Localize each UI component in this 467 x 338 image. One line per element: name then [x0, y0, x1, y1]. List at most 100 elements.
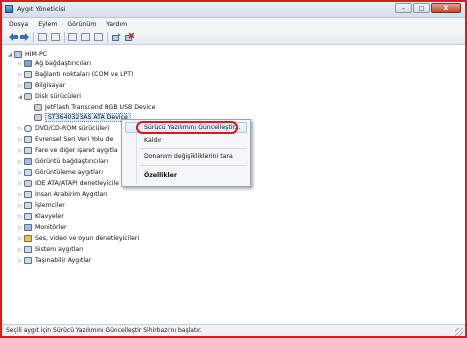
- disk-drive-icon: [34, 104, 42, 111]
- tree-item[interactable]: ▷ Ses, video ve oyun denetleyicileri: [17, 234, 139, 243]
- tree-item-label: IDE ATA/ATAPI denetleyicile: [35, 180, 120, 187]
- tree-item[interactable]: ▷ Bilgisayar: [17, 81, 65, 90]
- expand-arrow-icon[interactable]: ▷: [17, 235, 23, 243]
- expand-arrow-icon[interactable]: ▷: [17, 125, 23, 133]
- menu-view[interactable]: Görünüm: [62, 21, 101, 28]
- tree-item-label: İnsan Arabirim Aygıtları: [35, 191, 108, 198]
- tree-item-label: Görüntüleme aygıtları: [35, 169, 103, 176]
- close-button[interactable]: X: [431, 3, 461, 13]
- expand-arrow-icon[interactable]: ▷: [17, 257, 23, 265]
- tree-root-label: HIM-PC: [25, 51, 48, 58]
- expand-arrow-icon[interactable]: ▷: [17, 180, 23, 188]
- tree-item[interactable]: ▷ İşlemciler: [17, 201, 65, 210]
- computer-icon: [14, 51, 22, 58]
- expand-arrow-icon[interactable]: ▷: [17, 136, 23, 144]
- tree-item[interactable]: ▷ Monitörler: [17, 223, 67, 232]
- tree-item[interactable]: ▷ Bağlantı noktaları (COM ve LPT): [17, 70, 133, 79]
- speaker-icon: [24, 235, 32, 242]
- expand-arrow-icon[interactable]: ▷: [17, 191, 23, 199]
- status-text: Seçili aygıt için Sürücü Yazılımını Günc…: [6, 327, 202, 334]
- expand-arrow-icon[interactable]: ▷: [17, 158, 23, 166]
- hid-icon: [24, 191, 32, 198]
- show-hide-tree-icon[interactable]: [38, 33, 47, 41]
- mouse-icon: [24, 147, 32, 154]
- tree-item[interactable]: ▷ Sistem aygıtları: [17, 245, 83, 254]
- computer-icon: [24, 82, 32, 89]
- toolbar-separator: [64, 32, 65, 42]
- expand-arrow-icon[interactable]: ▷: [17, 169, 23, 177]
- expand-arrow-icon[interactable]: ▷: [17, 224, 23, 232]
- help-icon[interactable]: [68, 33, 77, 41]
- tree-item-label: Evrensel Seri Veri Yolu de: [35, 136, 114, 143]
- window-controls: – □ X: [394, 3, 461, 14]
- processor-icon: [24, 202, 32, 209]
- tree-item-label: Bilgisayar: [35, 82, 66, 89]
- tree-child-item-selected[interactable]: ST3640323AS ATA Device: [33, 113, 131, 122]
- tree-item[interactable]: ◢ Disk sürücüleri: [17, 92, 81, 101]
- tree-item-label: Disk sürücüleri: [35, 93, 81, 100]
- menu-help[interactable]: Yardım: [101, 21, 132, 28]
- tree-item[interactable]: ▷ Görüntüleme aygıtları: [17, 168, 103, 177]
- tree-item[interactable]: ▷ Görüntü bağdaştırıcıları: [17, 157, 108, 166]
- tree-item-label: Monitörler: [35, 224, 67, 231]
- keyboard-icon: [24, 213, 32, 220]
- tree-item-label: Bağlantı noktaları (COM ve LPT): [35, 71, 134, 78]
- menu-separator: [140, 148, 246, 149]
- forward-arrow-icon[interactable]: [20, 33, 29, 41]
- network-adapter-icon: [24, 60, 32, 67]
- menu-file[interactable]: Dosya: [2, 21, 33, 28]
- menu-separator: [140, 165, 246, 166]
- dvd-drive-icon: [24, 125, 32, 132]
- collapse-arrow-icon[interactable]: ◢: [7, 51, 13, 59]
- tree-item-label: Ağ bağdaştırıcıları: [35, 60, 92, 67]
- status-bar: Seçili aygıt için Sürücü Yazılımını Günc…: [2, 324, 465, 336]
- tree-item[interactable]: ▷ Fare ve diğer işaret aygıtla: [17, 146, 118, 155]
- back-arrow-icon[interactable]: [9, 33, 18, 41]
- window-title: Aygıt Yöneticisi: [17, 5, 66, 13]
- scan-hardware-menu-item[interactable]: Donanım değişikliklerini tara: [144, 153, 233, 160]
- menu-action[interactable]: Eylem: [33, 21, 62, 28]
- resize-grip-icon[interactable]: [455, 328, 463, 336]
- tree-item-label: İşlemciler: [35, 202, 65, 209]
- tree-item[interactable]: ▷ Taşınabilir Aygıtlar: [17, 256, 91, 265]
- tree-item-label: Görüntü bağdaştırıcıları: [35, 158, 109, 165]
- uninstall-menu-item[interactable]: Kaldır: [144, 137, 162, 144]
- update-driver-icon[interactable]: [112, 33, 121, 41]
- port-icon: [24, 71, 32, 78]
- update-driver-menu-item[interactable]: Sürücü Yazılımını Güncelleştir...: [144, 124, 240, 131]
- expand-arrow-icon[interactable]: ▷: [17, 202, 23, 210]
- expand-arrow-icon[interactable]: ▷: [17, 60, 23, 68]
- maximize-button[interactable]: □: [413, 3, 430, 13]
- system-device-icon: [24, 246, 32, 253]
- tree-item-label: ST3640323AS ATA Device: [45, 113, 131, 122]
- tree-root[interactable]: ◢ HIM-PC: [7, 50, 47, 59]
- imaging-device-icon: [24, 169, 32, 176]
- tree-item[interactable]: ▷ Evrensel Seri Veri Yolu de: [17, 135, 113, 144]
- expand-arrow-icon[interactable]: ▷: [17, 147, 23, 155]
- scan-hardware-icon[interactable]: [94, 33, 103, 41]
- expand-arrow-icon[interactable]: ▷: [17, 71, 23, 79]
- ide-controller-icon: [24, 180, 32, 187]
- expand-arrow-icon[interactable]: ▷: [17, 82, 23, 90]
- tree-item[interactable]: ▷ IDE ATA/ATAPI denetleyicile: [17, 179, 119, 188]
- tree-item[interactable]: ▷ Klavyeler: [17, 212, 64, 221]
- menu-bar: Dosya Eylem Görünüm Yardım: [2, 18, 465, 30]
- collapse-arrow-icon[interactable]: ◢: [17, 93, 23, 101]
- tree-child-item[interactable]: JetFlash Transcend 8GB USB Device: [33, 103, 155, 112]
- view-icon[interactable]: [81, 33, 90, 41]
- uninstall-icon[interactable]: [125, 33, 134, 41]
- disk-drive-icon: [24, 93, 32, 100]
- properties-menu-item[interactable]: Özellikler: [144, 172, 177, 179]
- properties-icon[interactable]: [51, 33, 60, 41]
- expand-arrow-icon[interactable]: ▷: [17, 246, 23, 254]
- tree-item-label: Taşınabilir Aygıtlar: [35, 257, 92, 264]
- expand-arrow-icon[interactable]: ▷: [17, 213, 23, 221]
- tree-item[interactable]: ▷ Ağ bağdaştırıcıları: [17, 59, 91, 68]
- tree-item[interactable]: ▷ DVD/CD-ROM sürücüleri: [17, 124, 109, 133]
- minimize-button[interactable]: –: [395, 3, 412, 13]
- tree-item[interactable]: ▷ İnsan Arabirim Aygıtları: [17, 190, 107, 199]
- disk-drive-icon: [34, 114, 42, 121]
- context-menu: Sürücü Yazılımını Güncelleştir... Kaldır…: [121, 119, 251, 187]
- tree-item-label: Klavyeler: [35, 213, 64, 220]
- usb-controller-icon: [24, 136, 32, 143]
